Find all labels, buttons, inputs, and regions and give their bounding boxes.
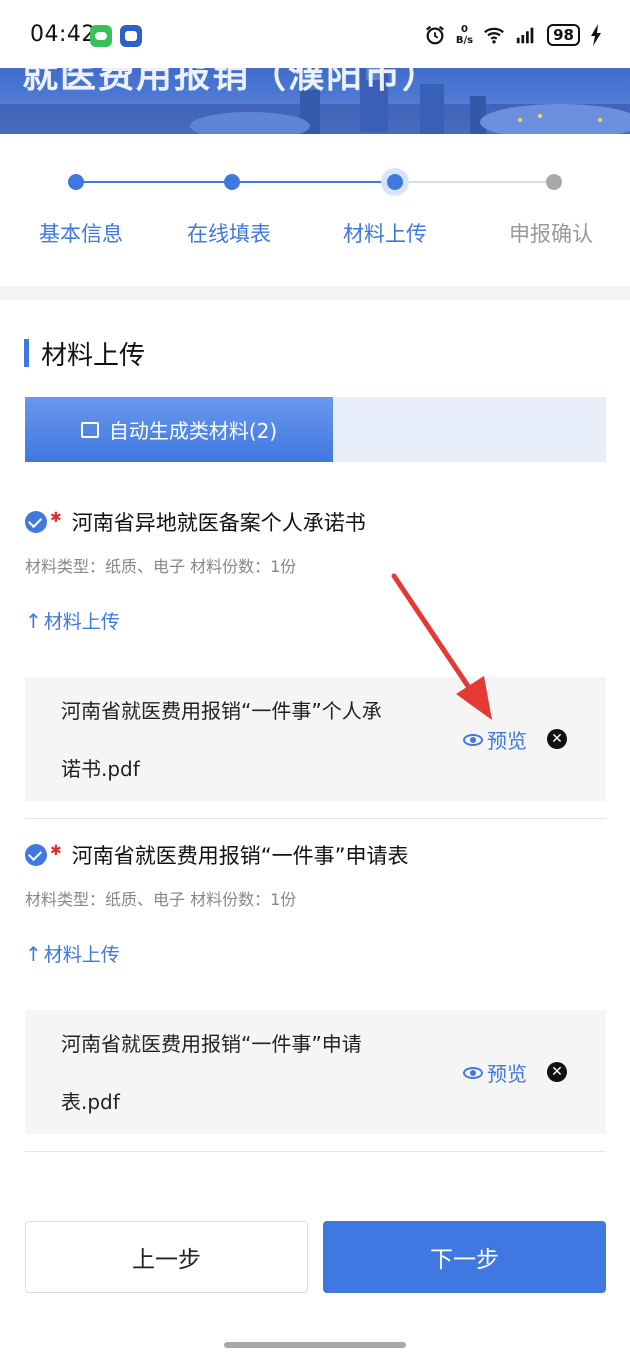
- checked-icon: [25, 844, 47, 866]
- step-label-online-form[interactable]: 在线填表: [164, 218, 294, 248]
- step-dot-done: [224, 174, 240, 190]
- section-header: 材料上传: [24, 338, 145, 371]
- message-notification-icon: [120, 25, 142, 47]
- file-name-line: 河南省就医费用报销“一件事”申请: [61, 1032, 362, 1056]
- step-dot-pending: [546, 174, 562, 190]
- annotation-arrow-icon: [391, 573, 492, 720]
- material-tabs: 自动生成类材料(2): [25, 397, 606, 462]
- alarm-icon: [425, 25, 444, 45]
- material-upload-label: 材料上传: [43, 611, 120, 633]
- delete-file-icon[interactable]: ✕: [547, 729, 567, 749]
- delete-file-icon[interactable]: ✕: [547, 1062, 567, 1082]
- home-indicator[interactable]: [224, 1342, 406, 1348]
- step-connector: [395, 181, 554, 183]
- step-dot-done: [68, 174, 84, 190]
- item-divider: [25, 818, 606, 819]
- step-connector: [76, 181, 232, 183]
- file-name-line: 诺书.pdf: [61, 757, 140, 781]
- status-time: 04:42: [30, 22, 96, 47]
- upload-arrow-icon: ↑: [25, 608, 42, 633]
- preview-label: 预览: [487, 1062, 527, 1086]
- eye-icon: [463, 1066, 483, 1079]
- section-accent-bar: [24, 339, 29, 367]
- file-name-line: 表.pdf: [61, 1090, 120, 1114]
- network-speed-unit: B/s: [455, 35, 474, 46]
- header-banner: 就医费用报销（濮阳市）: [0, 60, 630, 134]
- required-star-icon: ✱: [50, 843, 62, 859]
- material-upload-link[interactable]: ↑ 材料上传: [25, 607, 120, 634]
- material-meta: 材料类型：纸质、电子 材料份数：1份: [25, 557, 297, 576]
- material-item-header: ✱ 河南省就医费用报销“一件事”申请表: [25, 840, 409, 870]
- material-item-header: ✱ 河南省异地就医备案个人承诺书: [25, 507, 366, 537]
- bottom-action-bar: 上一步 下一步: [0, 1196, 630, 1360]
- section-divider: [0, 286, 630, 300]
- folder-icon: [80, 421, 99, 438]
- wifi-icon: [484, 27, 505, 44]
- progress-steps: 基本信息 在线填表 材料上传 申报确认: [0, 134, 630, 286]
- material-title: 河南省异地就医备案个人承诺书: [71, 511, 366, 535]
- wechat-notification-icon: [90, 25, 112, 47]
- status-bar: 04:42 0 B/s 98: [0, 0, 630, 68]
- step-label-confirm: 申报确认: [509, 222, 593, 246]
- section-title: 材料上传: [41, 340, 146, 371]
- battery-level: 98: [547, 24, 580, 46]
- material-upload-link[interactable]: ↑ 材料上传: [25, 940, 120, 967]
- uploaded-file-card: 河南省就医费用报销“一件事”个人承 诺书.pdf 预览 ✕: [25, 677, 606, 801]
- material-upload-label: 材料上传: [43, 944, 120, 966]
- tab-auto-generated[interactable]: 自动生成类材料(2): [25, 397, 333, 462]
- checked-icon: [25, 511, 47, 533]
- charging-icon: [591, 24, 601, 46]
- step-connector: [232, 181, 395, 183]
- material-meta: 材料类型：纸质、电子 材料份数：1份: [25, 890, 297, 909]
- next-step-button[interactable]: 下一步: [323, 1221, 606, 1293]
- file-name: 河南省就医费用报销“一件事”申请 表.pdf: [61, 1030, 456, 1116]
- network-speed-value: 0: [461, 24, 468, 35]
- signal-icon: [516, 27, 534, 44]
- uploaded-file-card: 河南省就医费用报销“一件事”申请 表.pdf 预览 ✕: [25, 1010, 606, 1134]
- network-speed: 0 B/s: [456, 24, 473, 46]
- preview-button[interactable]: 预览: [463, 1058, 527, 1087]
- previous-step-button[interactable]: 上一步: [25, 1221, 308, 1293]
- step-label-basic-info[interactable]: 基本信息: [16, 218, 146, 248]
- item-divider: [25, 1151, 606, 1152]
- tab-auto-generated-label: 自动生成类材料(2): [108, 419, 278, 443]
- required-star-icon: ✱: [50, 510, 62, 526]
- status-right-icons: 0 B/s 98: [424, 20, 602, 50]
- material-title: 河南省就医费用报销“一件事”申请表: [71, 844, 409, 868]
- upload-arrow-icon: ↑: [25, 941, 42, 966]
- eye-icon: [463, 733, 483, 746]
- step-label-material-upload[interactable]: 材料上传: [320, 218, 450, 248]
- step-dot-current: [381, 168, 409, 196]
